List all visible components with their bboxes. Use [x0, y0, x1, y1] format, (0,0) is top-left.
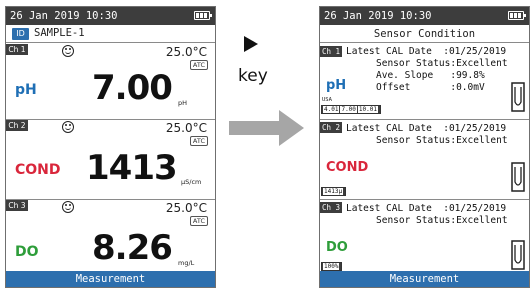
offset: Offset :0.0mV — [376, 82, 485, 93]
buffer-value: 10.01 — [357, 106, 378, 113]
measurement-label: COND — [15, 162, 61, 178]
measurement-unit: mg/L — [178, 259, 195, 267]
latest-cal-date: Latest CAL Date :01/25/2019 — [346, 203, 507, 214]
atc-badge: ATC — [189, 136, 208, 146]
sensor-label: DO — [326, 240, 348, 255]
measurement-unit: pH — [178, 99, 188, 107]
battery-icon — [194, 11, 212, 20]
sample-name: SAMPLE-1 — [34, 27, 85, 39]
measurement-label: pH — [15, 82, 37, 98]
transition-arrow-icon — [229, 110, 304, 146]
channel-1-panel[interactable]: Ch 1 25.0°C ATC pH 7.00 pH — [6, 44, 215, 120]
smiley-icon — [62, 45, 74, 57]
measurement-footer-button[interactable]: Measurement — [320, 271, 529, 287]
datetime: 26 Jan 2019 10:30 — [10, 10, 118, 22]
latest-cal-date: Latest CAL Date :01/25/2019 — [346, 46, 507, 57]
measurement-value: 7.00 — [92, 68, 173, 108]
sensor-channel-3[interactable]: Ch 3 Latest CAL Date :01/25/2019 Sensor … — [320, 200, 529, 274]
smiley-icon — [62, 201, 74, 213]
atc-badge: ATC — [189, 60, 208, 70]
battery-icon — [508, 11, 526, 20]
channel-badge: Ch 1 — [6, 44, 28, 55]
channel-badge: Ch 3 — [320, 202, 342, 213]
electrode-icon — [511, 162, 525, 192]
channel-3-panel[interactable]: Ch 3 25.0°C ATC DO 8.26 mg/L — [6, 200, 215, 274]
sample-id-row[interactable]: ID SAMPLE-1 — [6, 25, 215, 43]
measurement-unit: µS/cm — [181, 178, 202, 186]
electrode-icon — [511, 82, 525, 112]
sensor-status: Sensor Status:Excellent — [376, 215, 508, 226]
smiley-icon — [62, 121, 74, 133]
buffer-value: 1413µ — [323, 188, 344, 195]
buffer-value: 100% — [323, 263, 340, 270]
buffer-value: 7.00 — [340, 106, 357, 113]
channel-badge: Ch 1 — [320, 46, 342, 57]
status-bar: 26 Jan 2019 10:30 — [6, 7, 215, 25]
calibration-buffers: 1413µ — [321, 187, 347, 196]
sensor-label: pH — [326, 78, 347, 93]
sensor-condition-screen: 26 Jan 2019 10:30 Sensor Condition Ch 1 … — [319, 6, 530, 288]
key-label: key — [238, 66, 268, 86]
key-arrow-icon — [244, 36, 258, 52]
sensor-label: COND — [326, 160, 369, 175]
channel-2-panel[interactable]: Ch 2 25.0°C ATC COND 1413 µS/cm — [6, 120, 215, 200]
channel-badge: Ch 3 — [6, 200, 28, 211]
measurement-value: 8.26 — [92, 228, 173, 268]
channel-badge: Ch 2 — [320, 122, 342, 133]
sensor-status: Sensor Status:Excellent — [376, 58, 508, 69]
status-bar: 26 Jan 2019 10:30 — [320, 7, 529, 25]
page-title: Sensor Condition — [320, 25, 529, 43]
buffer-standard: USA — [322, 97, 332, 103]
channel-badge: Ch 2 — [6, 120, 28, 131]
measurement-label: DO — [15, 244, 39, 260]
calibration-buffers: 4.01 7.00 10.01 — [321, 105, 381, 114]
sensor-status: Sensor Status:Excellent — [376, 135, 508, 146]
temperature: 25.0°C — [165, 45, 207, 59]
calibration-buffers: 100% — [321, 262, 343, 271]
electrode-icon — [511, 240, 525, 270]
latest-cal-date: Latest CAL Date :01/25/2019 — [346, 123, 507, 134]
buffer-value: 4.01 — [323, 106, 340, 113]
ave-slope: Ave. Slope :99.8% — [376, 70, 485, 81]
temperature: 25.0°C — [165, 201, 207, 215]
atc-badge: ATC — [189, 216, 208, 226]
sensor-channel-2[interactable]: Ch 2 Latest CAL Date :01/25/2019 Sensor … — [320, 120, 529, 200]
measurement-screen: 26 Jan 2019 10:30 ID SAMPLE-1 Ch 1 25.0°… — [5, 6, 216, 288]
measurement-value: 1413 — [86, 148, 178, 188]
datetime: 26 Jan 2019 10:30 — [324, 10, 432, 22]
temperature: 25.0°C — [165, 121, 207, 135]
measurement-footer-button[interactable]: Measurement — [6, 271, 215, 287]
sensor-channel-1[interactable]: Ch 1 Latest CAL Date :01/25/2019 Sensor … — [320, 44, 529, 120]
sample-id-tag: ID — [12, 28, 29, 40]
